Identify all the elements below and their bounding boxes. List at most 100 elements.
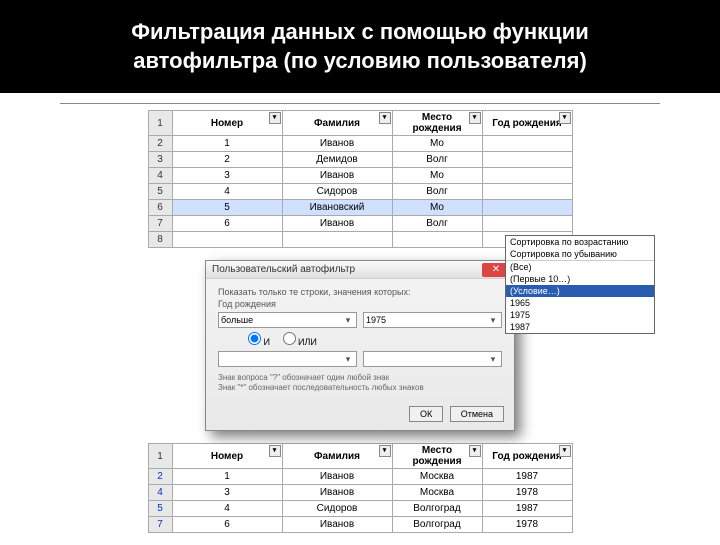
filter-dropdown-icon[interactable]: ▾ bbox=[559, 112, 571, 124]
cell[interactable]: 5 bbox=[172, 200, 282, 216]
result-table: 1 Номер▾ Фамилия▾ Место рождения▾ Год ро… bbox=[148, 443, 573, 533]
cell[interactable]: 4 bbox=[172, 184, 282, 200]
radio-and[interactable]: И bbox=[248, 337, 270, 347]
col-header-birthplace[interactable]: Место рождения▾ bbox=[392, 111, 482, 136]
cell[interactable]: Волгоград bbox=[392, 517, 482, 533]
col-header-num[interactable]: Номер▾ bbox=[172, 444, 282, 469]
sort-asc[interactable]: Сортировка по возрастанию bbox=[506, 236, 654, 248]
cell[interactable]: Мо bbox=[392, 168, 482, 184]
chevron-down-icon: ▾ bbox=[342, 354, 354, 365]
filter-condition[interactable]: (Условие…) bbox=[506, 285, 654, 297]
filter-dropdown-icon[interactable]: ▾ bbox=[379, 112, 391, 124]
cell[interactable]: 1987 bbox=[482, 469, 572, 485]
row-number: 5 bbox=[148, 184, 172, 200]
cancel-button[interactable]: Отмена bbox=[450, 406, 504, 422]
cell[interactable]: 3 bbox=[172, 168, 282, 184]
cell[interactable]: Сидоров bbox=[282, 501, 392, 517]
cell[interactable] bbox=[482, 184, 572, 200]
filter-dropdown-icon[interactable]: ▾ bbox=[269, 445, 281, 457]
filter-value[interactable]: 1965 bbox=[506, 297, 654, 309]
cell[interactable]: Сидоров bbox=[282, 184, 392, 200]
cell[interactable]: Москва bbox=[392, 469, 482, 485]
col-header-birthyear[interactable]: Год рождения▾ bbox=[482, 444, 572, 469]
dialog-titlebar[interactable]: Пользовательский автофильтр ✕ bbox=[206, 261, 514, 279]
cell[interactable]: Волг bbox=[392, 216, 482, 232]
cell[interactable] bbox=[482, 168, 572, 184]
sort-desc[interactable]: Сортировка по убыванию bbox=[506, 248, 654, 260]
filter-top10[interactable]: (Первые 10…) bbox=[506, 273, 654, 285]
cell[interactable]: Ивановский bbox=[282, 200, 392, 216]
cell[interactable]: 6 bbox=[172, 216, 282, 232]
row-number: 3 bbox=[148, 152, 172, 168]
cell[interactable]: Иванов bbox=[282, 469, 392, 485]
row-number: 2 bbox=[148, 136, 172, 152]
cell[interactable]: 1987 bbox=[482, 501, 572, 517]
row-number: 7 bbox=[148, 216, 172, 232]
cell[interactable]: Волгоград bbox=[392, 501, 482, 517]
cell[interactable]: 1 bbox=[172, 136, 282, 152]
cell[interactable]: Мо bbox=[392, 136, 482, 152]
dialog-title: Пользовательский автофильтр bbox=[212, 264, 355, 275]
dialog-field: Год рождения bbox=[218, 299, 502, 309]
filter-value[interactable]: 1975 bbox=[506, 309, 654, 321]
col-header-num[interactable]: Номер▾ bbox=[172, 111, 282, 136]
divider bbox=[60, 103, 660, 104]
row-number: 2 bbox=[148, 469, 172, 485]
cell[interactable]: 1 bbox=[172, 469, 282, 485]
filter-dropdown-icon[interactable]: ▾ bbox=[469, 112, 481, 124]
filter-dropdown-icon[interactable]: ▾ bbox=[379, 445, 391, 457]
cell[interactable]: 2 bbox=[172, 152, 282, 168]
col-header-surname[interactable]: Фамилия▾ bbox=[282, 111, 392, 136]
cell[interactable] bbox=[482, 200, 572, 216]
cell[interactable]: Иванов bbox=[282, 485, 392, 501]
filter-all[interactable]: (Все) bbox=[506, 260, 654, 273]
cell[interactable]: Москва bbox=[392, 485, 482, 501]
slide-title: Фильтрация данных с помощью функции авто… bbox=[0, 0, 720, 93]
row-number: 5 bbox=[148, 501, 172, 517]
cell[interactable]: Иванов bbox=[282, 216, 392, 232]
custom-autofilter-dialog: Пользовательский автофильтр ✕ Показать т… bbox=[205, 260, 515, 431]
row-number: 6 bbox=[148, 200, 172, 216]
autofilter-dropdown-menu: Сортировка по возрастанию Сортировка по … bbox=[505, 235, 655, 334]
row-number: 7 bbox=[148, 517, 172, 533]
dialog-instruction: Показать только те строки, значения кото… bbox=[218, 287, 502, 297]
ok-button[interactable]: ОК bbox=[409, 406, 443, 422]
chevron-down-icon: ▾ bbox=[487, 354, 499, 365]
filter-value[interactable]: 1987 bbox=[506, 321, 654, 333]
cell[interactable]: Иванов bbox=[282, 136, 392, 152]
cell[interactable] bbox=[482, 216, 572, 232]
row-number: 1 bbox=[148, 444, 172, 469]
col-header-birthplace[interactable]: Место рождения▾ bbox=[392, 444, 482, 469]
cell[interactable]: Иванов bbox=[282, 517, 392, 533]
row-number: 4 bbox=[148, 168, 172, 184]
row-number: 1 bbox=[148, 111, 172, 136]
cell[interactable]: 4 bbox=[172, 501, 282, 517]
row-number: 8 bbox=[148, 232, 172, 248]
value-input[interactable]: 1975▾ bbox=[363, 312, 502, 328]
cell[interactable]: Мо bbox=[392, 200, 482, 216]
cell[interactable]: 1978 bbox=[482, 485, 572, 501]
radio-or[interactable]: ИЛИ bbox=[283, 337, 317, 347]
cell[interactable] bbox=[392, 232, 482, 248]
col-header-surname[interactable]: Фамилия▾ bbox=[282, 444, 392, 469]
cell[interactable]: 3 bbox=[172, 485, 282, 501]
cell[interactable]: Волг bbox=[392, 152, 482, 168]
filter-dropdown-icon[interactable]: ▾ bbox=[269, 112, 281, 124]
filter-dropdown-icon[interactable]: ▾ bbox=[559, 445, 571, 457]
value-input-2[interactable]: ▾ bbox=[363, 351, 502, 367]
title-line2: автофильтра (по условию пользователя) bbox=[133, 48, 587, 73]
cell[interactable] bbox=[282, 232, 392, 248]
cell[interactable]: Демидов bbox=[282, 152, 392, 168]
cell[interactable]: Волг bbox=[392, 184, 482, 200]
operator-select[interactable]: больше▾ bbox=[218, 312, 357, 328]
cell[interactable]: 6 bbox=[172, 517, 282, 533]
operator-select-2[interactable]: ▾ bbox=[218, 351, 357, 367]
filter-dropdown-icon[interactable]: ▾ bbox=[469, 445, 481, 457]
cell[interactable] bbox=[482, 152, 572, 168]
col-header-birthyear[interactable]: Год рождения▾ bbox=[482, 111, 572, 136]
cell[interactable]: 1978 bbox=[482, 517, 572, 533]
cell[interactable] bbox=[172, 232, 282, 248]
cell[interactable] bbox=[482, 136, 572, 152]
chevron-down-icon: ▾ bbox=[342, 315, 354, 326]
cell[interactable]: Иванов bbox=[282, 168, 392, 184]
